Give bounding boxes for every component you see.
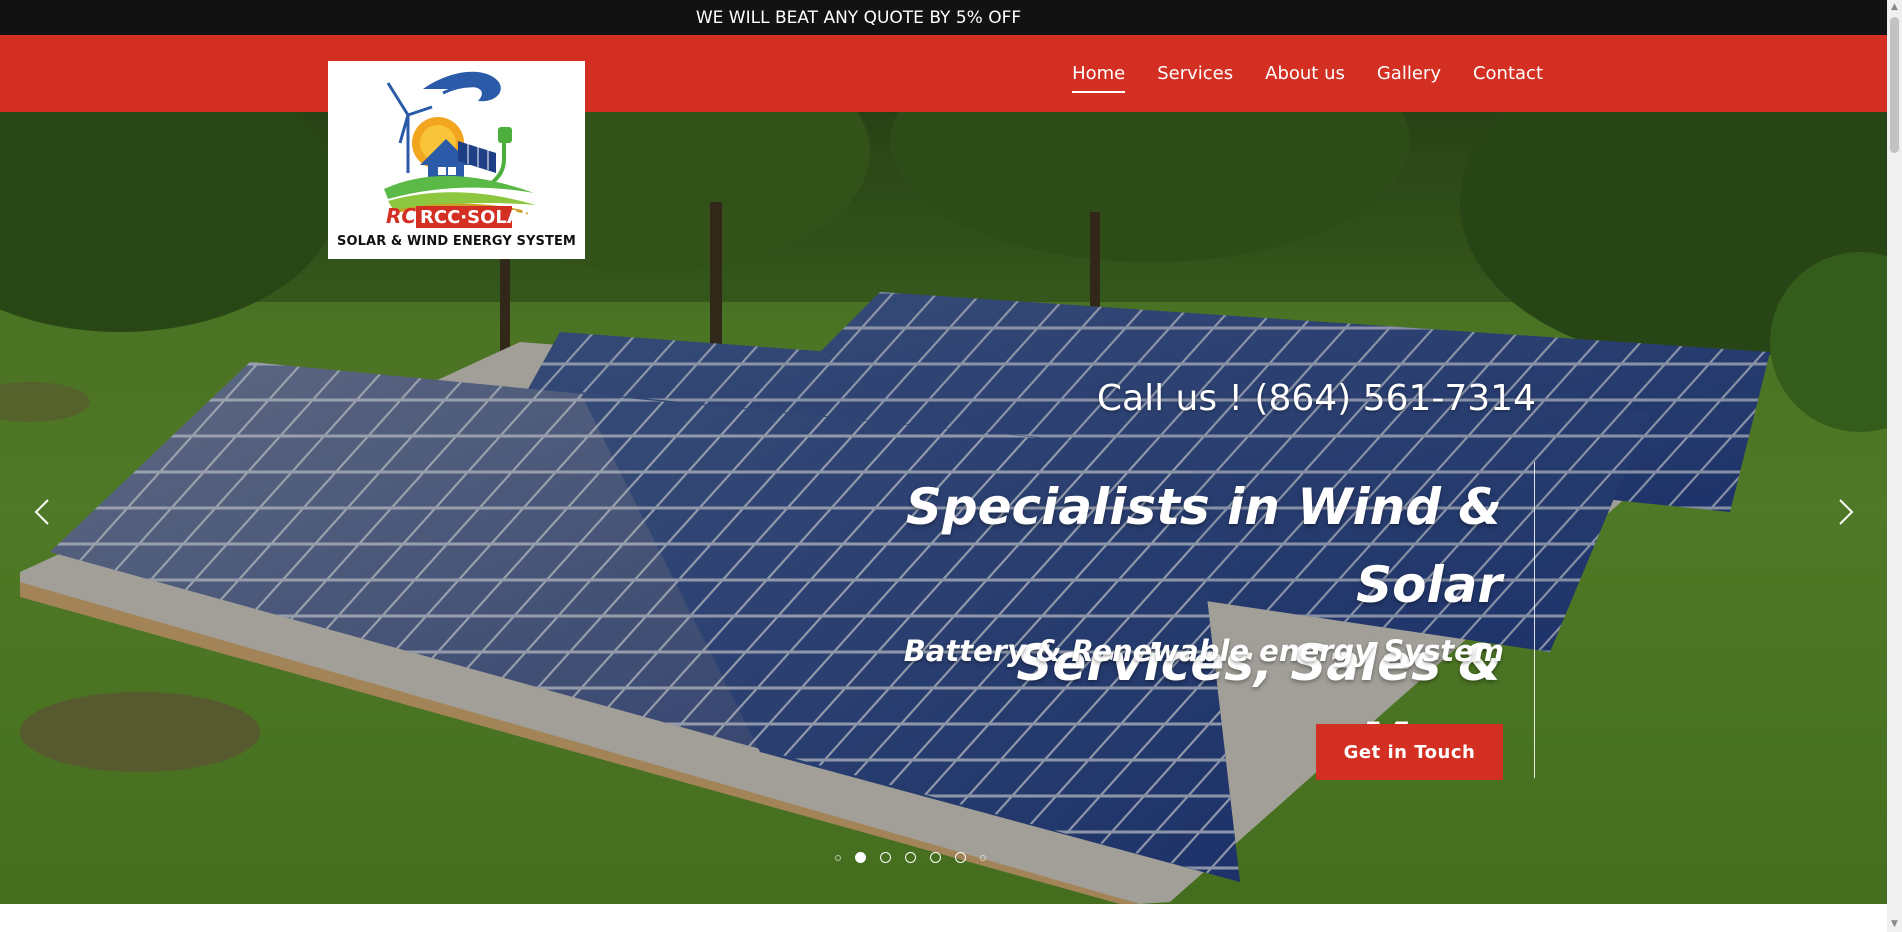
svg-text:RC: RC [386, 204, 416, 228]
main-nav: Home Services About us Gallery Contact [1040, 35, 1543, 112]
get-in-touch-button[interactable]: Get in Touch [1316, 724, 1503, 780]
nav-contact[interactable]: Contact [1473, 59, 1543, 88]
nav-services[interactable]: Services [1157, 59, 1233, 88]
slider-dots [828, 852, 993, 863]
main-navbar: Home Services About us Gallery Contact [0, 35, 1887, 112]
prev-slide-button[interactable] [28, 492, 58, 532]
nav-home[interactable]: Home [1072, 59, 1126, 93]
nav-about-us[interactable]: About us [1265, 59, 1345, 88]
hero-headline-line1: Specialists in Wind & Solar [905, 478, 1502, 614]
scroll-up-icon[interactable]: ▲ [1887, 0, 1902, 15]
nav-gallery[interactable]: Gallery [1377, 59, 1441, 88]
logo-icon: RC RCC·SOLAR [384, 71, 536, 228]
site-logo[interactable]: RC RCC·SOLAR SOLAR & WIND ENERGY SYSTEM [328, 61, 585, 259]
slider-dot-decoration [980, 854, 986, 861]
slider-dot-1[interactable] [855, 852, 866, 863]
logo-tagline: SOLAR & WIND ENERGY SYSTEM [337, 234, 576, 249]
announcement-bar: WE WILL BEAT ANY QUOTE BY 5% OFF [0, 0, 1887, 35]
next-slide-button[interactable] [1830, 492, 1860, 532]
call-us-phone[interactable]: Call us ! (864) 561-7314 [1097, 378, 1536, 419]
scroll-down-icon[interactable]: ▼ [1887, 917, 1902, 932]
logo-brand-text: RCC·SOLAR [420, 207, 535, 228]
slider-dot-decoration [835, 854, 841, 861]
hero-subline: Battery & Renewable energy System [903, 634, 1504, 668]
slider-dot-3[interactable] [905, 852, 916, 863]
chevron-right-icon [1839, 499, 1854, 525]
announcement-text: WE WILL BEAT ANY QUOTE BY 5% OFF [695, 7, 1022, 28]
hero-divider [1534, 462, 1535, 778]
slider-dot-2[interactable] [880, 852, 891, 863]
chevron-left-icon [34, 499, 49, 525]
page-scrollbar[interactable]: ▲ ▼ [1887, 0, 1902, 932]
slider-dot-5[interactable] [955, 852, 966, 863]
scroll-thumb[interactable] [1890, 17, 1899, 153]
slider-dot-4[interactable] [930, 852, 941, 863]
